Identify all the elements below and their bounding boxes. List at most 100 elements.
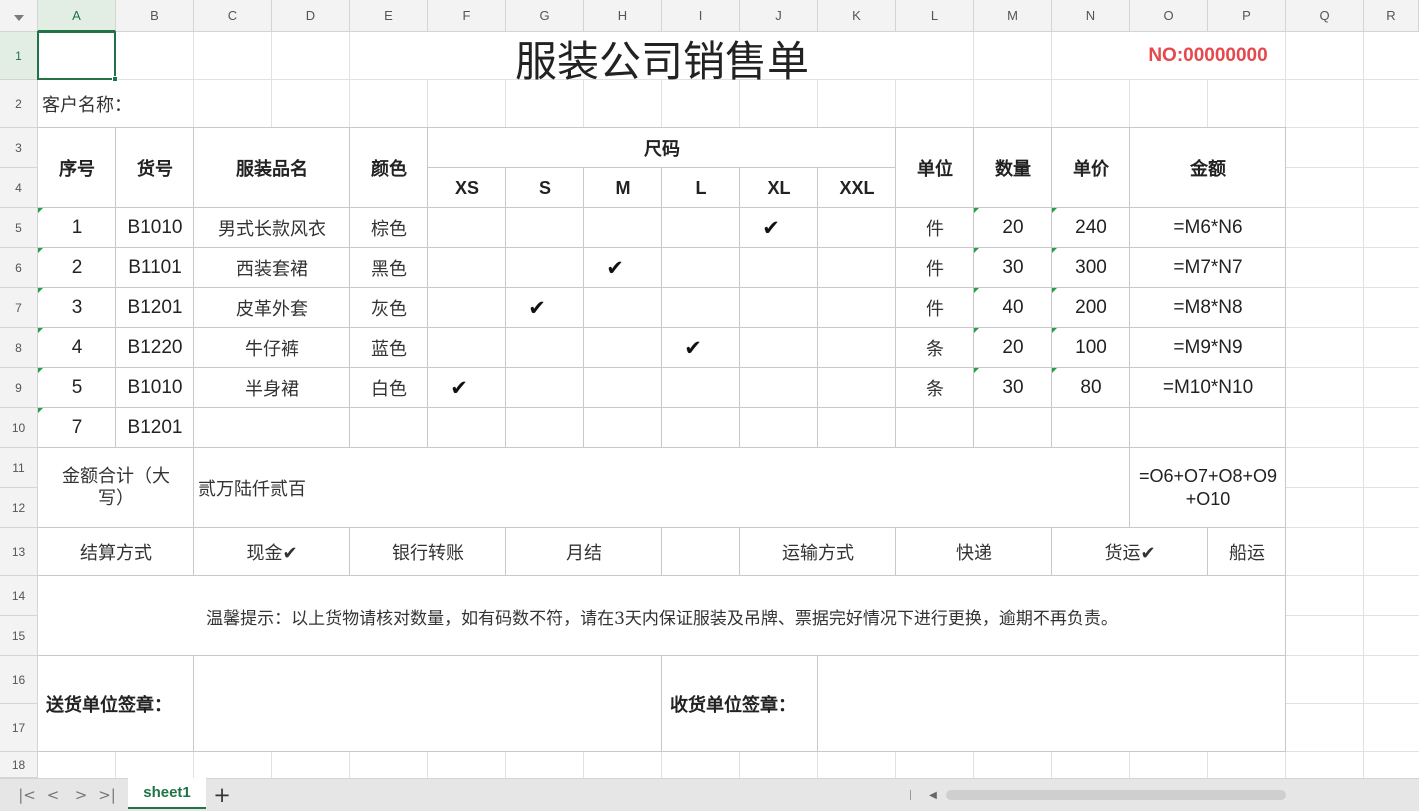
payment-cash-option: 现金✔ [246,543,298,564]
sheet-tab-sheet1[interactable]: sheet1 [128,778,206,809]
item-color: 灰色 [371,299,407,320]
row-header-2[interactable]: 2 [0,80,38,128]
total-amount-label: 金额合计（大写） [62,466,170,509]
header-size-s: S [538,177,551,198]
spreadsheet-grid[interactable]: 服装公司销售单 NO:00000000 客户名称： 序号 货号 服装品名 颜色 尺码 XS S M L… [0,0,1419,778]
scroll-left-icon[interactable]: ◀ [926,787,940,803]
column-header-c[interactable]: C [194,0,272,32]
header-size: 尺码 [644,139,680,160]
warm-notice: 温馨提示：以上货物请核对数量，如有码数不符，请在3天内保证服装及吊牌、票据完好情… [206,608,1118,629]
fill-handle[interactable] [112,76,118,82]
row-header-11[interactable]: 11 [0,448,38,488]
error-indicator-icon [38,328,43,333]
column-header-p[interactable]: P [1208,0,1286,32]
size-check-icon: ✔ [606,256,624,280]
row-header-3[interactable]: 3 [0,128,38,168]
row-header-9[interactable]: 9 [0,368,38,408]
header-amount: 金额 [1190,159,1226,180]
header-unit: 单位 [917,159,953,180]
sales-form-title: 服装公司销售单 [514,36,809,86]
item-unit: 件 [926,299,944,320]
column-header-e[interactable]: E [350,0,428,32]
total-amount-formula: =O6+O7+O8+O9 +O10 [1130,448,1286,528]
item-name: 牛仔裤 [245,339,299,360]
item-qty: 30 [1002,257,1024,278]
horizontal-scrollbar[interactable] [946,790,1286,800]
customer-name-label: 客户名称： [42,95,132,116]
header-size-l: L [695,177,707,198]
item-price: 200 [1075,297,1107,318]
item-price: 300 [1075,257,1107,278]
row-header-4[interactable]: 4 [0,168,38,208]
column-header-r[interactable]: R [1364,0,1419,32]
merge-receiver-area [818,656,1285,751]
item-unit: 件 [926,219,944,240]
header-name: 服装品名 [236,159,308,180]
row-header-16[interactable]: 16 [0,656,38,704]
column-header-f[interactable]: F [428,0,506,32]
row-header-5[interactable]: 5 [0,208,38,248]
error-indicator-icon [1052,288,1057,293]
column-header-j[interactable]: J [740,0,818,32]
column-header-i[interactable]: I [662,0,740,32]
error-indicator-icon [974,288,979,293]
last-sheet-button[interactable]: >| [96,783,118,807]
receiver-signature-label: 收货单位签章： [670,695,796,716]
row-header-18[interactable]: 18 [0,752,38,778]
item-name: 半身裙 [245,379,299,400]
add-sheet-button[interactable]: + [210,783,234,807]
column-header-g[interactable]: G [506,0,584,32]
column-header-l[interactable]: L [896,0,974,32]
column-header-b[interactable]: B [116,0,194,32]
column-header-d[interactable]: D [272,0,350,32]
select-all-corner[interactable] [0,0,38,32]
item-seq: 3 [71,297,83,318]
item-amount-formula: =M7*N7 [1173,257,1243,278]
size-check-icon: ✔ [528,296,546,320]
item-name: 男式长款风衣 [218,219,326,240]
next-sheet-button[interactable]: > [70,783,92,807]
item-seq: 5 [71,377,83,398]
row-header-14[interactable]: 14 [0,576,38,616]
prev-sheet-button[interactable]: < [42,783,64,807]
row-header-6[interactable]: 6 [0,248,38,288]
row-header-10[interactable]: 10 [0,408,38,448]
item-unit [896,408,974,448]
item-color [350,408,428,448]
item-seq: 2 [71,257,83,278]
error-indicator-icon [38,208,43,213]
scroll-divider [910,790,911,800]
active-cell-a1[interactable] [37,31,116,80]
select-all-icon [14,15,24,21]
item-qty: 20 [1002,337,1024,358]
error-indicator-icon [974,368,979,373]
row-header-8[interactable]: 8 [0,328,38,368]
item-qty: 30 [1002,377,1024,398]
row-header-7[interactable]: 7 [0,288,38,328]
error-indicator-icon [974,328,979,333]
row-header-15[interactable]: 15 [0,616,38,656]
row-header-12[interactable]: 12 [0,488,38,528]
column-header-k[interactable]: K [818,0,896,32]
row-header-17[interactable]: 17 [0,704,38,752]
item-code: B1201 [127,297,183,318]
item-qty: 20 [1002,217,1024,238]
item-code: B1101 [128,257,182,278]
column-header-m[interactable]: M [974,0,1052,32]
column-header-h[interactable]: H [584,0,662,32]
row-header-13[interactable]: 13 [0,528,38,576]
column-header-q[interactable]: Q [1286,0,1364,32]
row-header-1[interactable]: 1 [0,32,38,80]
sheet-tab-bar: |< < > >| sheet1 + ◀ [0,778,1419,811]
first-sheet-button[interactable]: |< [16,783,38,807]
error-indicator-icon [1052,328,1057,333]
item-qty: 40 [1002,297,1024,318]
column-header-a[interactable]: A [38,0,116,32]
shipping-freight-option: 货运✔ [1104,543,1156,564]
column-header-o[interactable]: O [1130,0,1208,32]
item-code: B1010 [127,377,183,398]
item-price [1052,408,1130,448]
total-formula-line2: +O10 [1185,489,1231,509]
column-header-n[interactable]: N [1052,0,1130,32]
item-seq: 1 [71,217,83,238]
